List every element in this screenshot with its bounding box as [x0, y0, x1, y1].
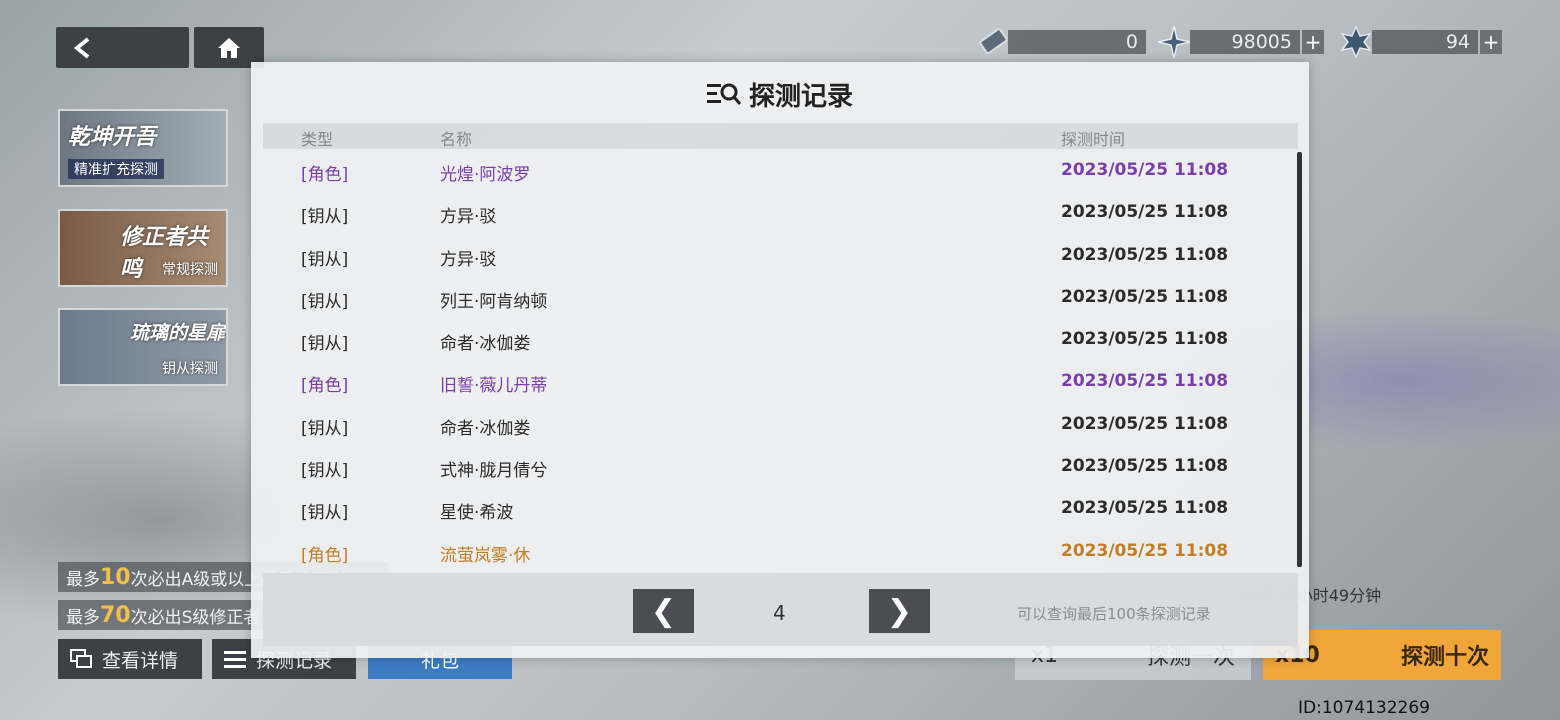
- banner-resonance[interactable]: 修正者共鸣 常规探测: [58, 209, 228, 287]
- table-row: [角色] 旧誓·薇儿丹蒂 2023/05/25 11:08: [263, 361, 1298, 403]
- record-name: 列王·阿肯纳顿: [440, 291, 548, 312]
- record-time: 2023/05/25 11:08: [1061, 498, 1229, 519]
- record-type: [角色]: [301, 376, 349, 397]
- user-id: ID:1074132269: [1298, 698, 1430, 718]
- record-type: [钥从]: [301, 249, 349, 270]
- table-row: [角色] 流萤岚雾·休 2023/05/25 11:08: [263, 531, 1298, 572]
- next-page-button[interactable]: ❯: [869, 589, 930, 633]
- draw10-label: 探测十次: [1400, 645, 1489, 670]
- record-time: 2023/05/25 11:08: [1061, 329, 1229, 350]
- table-row: [钥从] 列王·阿肯纳顿 2023/05/25 11:08: [263, 277, 1298, 319]
- snowflake-gem-icon: [1340, 25, 1372, 59]
- banner-title: 琉璃的星扉: [130, 322, 226, 344]
- back-button[interactable]: [56, 27, 189, 68]
- record-type: [钥从]: [301, 207, 349, 228]
- banner-subtitle: 钥从探测: [162, 361, 218, 377]
- record-time: 2023/05/25 11:08: [1061, 371, 1229, 392]
- table-header: 类型 名称 探测时间: [263, 123, 1298, 149]
- table-row: [角色] 光煌·阿波罗 2023/05/25 11:08: [263, 150, 1298, 192]
- table-row: [钥从] 方异·驳 2023/05/25 11:08: [263, 192, 1298, 234]
- record-name: 方异·驳: [440, 249, 497, 270]
- record-type: [角色]: [301, 165, 349, 185]
- ticket-icon: [979, 28, 1008, 55]
- banner-subtitle: 常规探测: [162, 262, 218, 278]
- list-icon: [224, 651, 246, 668]
- modal-title: 探测记录: [251, 76, 1309, 112]
- table-row: [钥从] 式神·胧月倩兮 2023/05/25 11:08: [263, 446, 1298, 488]
- prev-page-button[interactable]: ❮: [633, 589, 694, 633]
- record-search-icon: [706, 83, 741, 105]
- record-time: 2023/05/25 11:08: [1061, 160, 1229, 180]
- banner-qiankun[interactable]: 乾坤开吾 精准扩充探测: [58, 109, 228, 187]
- record-name: 星使·希波: [440, 503, 514, 524]
- header-type: 类型: [301, 130, 334, 149]
- record-time: 2023/05/25 11:08: [1061, 413, 1229, 434]
- star-crystal-count: 98005: [1190, 30, 1300, 54]
- table-row: [钥从] 命者·冰伽娄 2023/05/25 11:08: [263, 319, 1298, 361]
- record-name: 命者·冰伽娄: [440, 334, 531, 355]
- record-type: [角色]: [301, 545, 349, 566]
- snowflake-gem-count: 94: [1372, 30, 1478, 54]
- add-snowflake-gem-button[interactable]: +: [1480, 30, 1502, 54]
- record-name: 光煌·阿波罗: [440, 165, 531, 185]
- record-name: 式神·胧月倩兮: [440, 461, 548, 482]
- record-time: 2023/05/25 11:08: [1061, 540, 1229, 561]
- banner-subtitle: 精准扩充探测: [68, 159, 164, 179]
- view-details-button[interactable]: 查看详情: [58, 639, 202, 679]
- record-time: 2023/05/25 11:08: [1061, 286, 1229, 307]
- banner-title: 乾坤开吾: [68, 125, 157, 150]
- record-time: 2023/05/25 11:08: [1061, 456, 1229, 477]
- history-limit-note: 可以查询最后100条探测记录: [1017, 605, 1211, 623]
- record-time: 2023/05/25 11:08: [1061, 202, 1229, 223]
- record-name: 方异·驳: [440, 207, 497, 228]
- table-row: [钥从] 星使·希波 2023/05/25 11:08: [263, 488, 1298, 530]
- pagination-bar: ❮ 4 ❯ 可以查询最后100条探测记录: [263, 573, 1298, 646]
- scrollbar[interactable]: [1297, 152, 1302, 567]
- record-name: 旧誓·薇儿丹蒂: [440, 376, 548, 397]
- back-arrow-icon: [73, 36, 90, 59]
- record-type: [钥从]: [301, 503, 349, 524]
- header-time: 探测时间: [1061, 130, 1126, 149]
- ticket-count: 0: [1008, 30, 1146, 54]
- table-row: [钥从] 命者·冰伽娄 2023/05/25 11:08: [263, 404, 1298, 446]
- record-list: [角色] 光煌·阿波罗 2023/05/25 11:08 [钥从] 方异·驳 2023/0…: [263, 150, 1298, 572]
- modal-title-text: 探测记录: [748, 81, 853, 112]
- header-name: 名称: [440, 130, 473, 149]
- page-number: 4: [773, 601, 786, 625]
- banner-glass-star[interactable]: 琉璃的星扉 钥从探测: [58, 308, 228, 386]
- record-name: 流萤岚雾·休: [440, 545, 531, 566]
- details-icon: [70, 649, 92, 668]
- record-time: 2023/05/25 11:08: [1061, 244, 1229, 265]
- record-type: [钥从]: [301, 461, 349, 482]
- star-crystal-icon: [1157, 25, 1191, 59]
- draw-history-modal: 探测记录 类型 名称 探测时间 [角色] 光煌·阿波罗 2023/05/25 11:…: [251, 62, 1309, 658]
- home-icon: [218, 37, 240, 58]
- table-row: [钥从] 方异·驳 2023/05/25 11:08: [263, 235, 1298, 277]
- record-type: [钥从]: [301, 418, 349, 439]
- record-type: [钥从]: [301, 291, 349, 312]
- record-name: 命者·冰伽娄: [440, 418, 531, 439]
- add-star-crystal-button[interactable]: +: [1302, 30, 1324, 54]
- record-type: [钥从]: [301, 334, 349, 355]
